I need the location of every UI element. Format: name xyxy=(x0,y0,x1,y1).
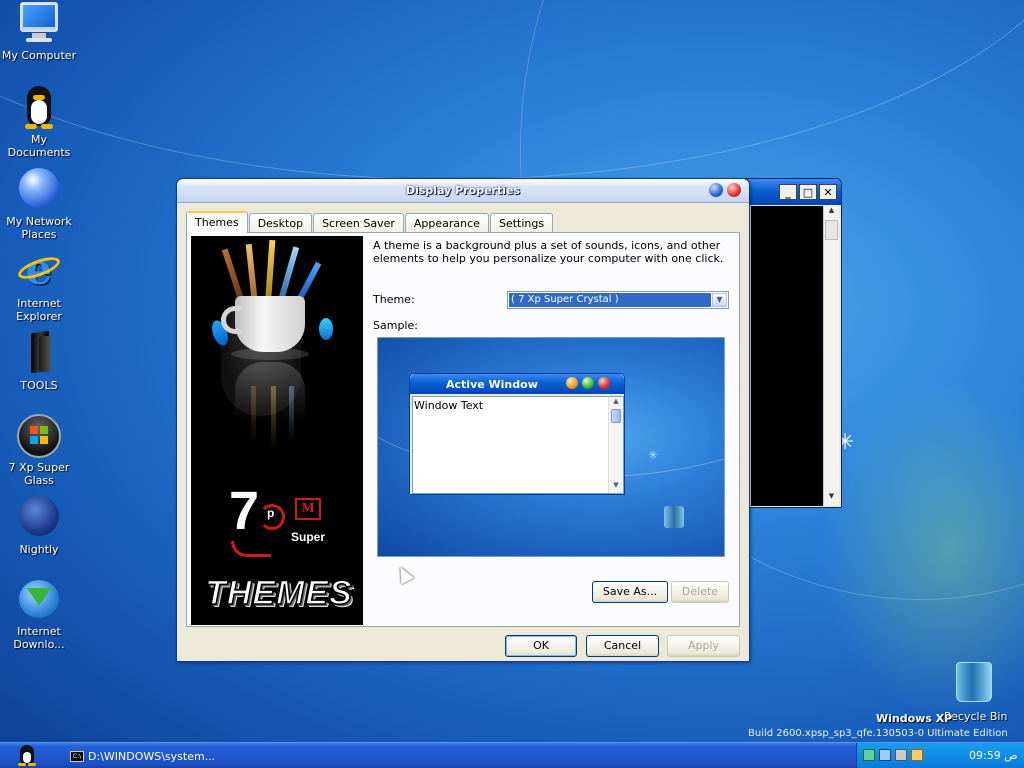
globe-icon xyxy=(17,168,61,212)
ie-icon: e xyxy=(15,249,63,294)
taskbar: C:\ D:\WINDOWS\system... EN 09:59 ص xyxy=(0,742,1024,768)
desktop-icon-label: My Computer xyxy=(1,49,77,62)
save-as-button[interactable]: Save As... xyxy=(592,581,668,603)
download-globe-icon xyxy=(17,578,61,622)
recycle-bin-icon[interactable] xyxy=(956,662,992,702)
theme-sample-preview: ✳ Active Window Window Text ▲ ▼ xyxy=(377,337,725,557)
tower-icon xyxy=(17,330,61,376)
network-icon[interactable] xyxy=(863,749,875,761)
theme-dropdown[interactable]: ( 7 Xp Super Crystal ) ▼ xyxy=(507,291,729,309)
display-icon[interactable] xyxy=(879,749,891,761)
logo-super: Super xyxy=(291,530,326,544)
desktop-icon-label: Nightly xyxy=(19,543,59,556)
sample-window-title-bar: Active Window xyxy=(410,374,624,394)
tab-screen-saver[interactable]: Screen Saver xyxy=(313,213,404,233)
chevron-down-icon[interactable]: ▼ xyxy=(712,293,727,307)
tab-desktop[interactable]: Desktop xyxy=(248,213,313,233)
start-button[interactable] xyxy=(16,745,38,767)
desktop-icon-tools[interactable]: TOOLS xyxy=(0,330,78,392)
tool-icon[interactable] xyxy=(911,749,923,761)
logo-themes: THEMES xyxy=(204,573,353,613)
theme-dropdown-value: ( 7 Xp Super Crystal ) xyxy=(509,293,711,307)
close-button[interactable]: ✕ xyxy=(819,184,837,200)
recycle-bin-label[interactable]: Recycle Bin xyxy=(944,710,1007,723)
sample-window-body: Window Text ▲ ▼ xyxy=(412,396,624,494)
sample-active-window: Active Window Window Text ▲ ▼ xyxy=(409,373,625,495)
clock[interactable]: 09:59 ص xyxy=(969,749,1018,762)
help-button[interactable] xyxy=(709,183,723,197)
desktop-icon-label: My Network Places xyxy=(6,215,72,241)
dialog-title-bar[interactable]: Display Properties xyxy=(177,179,749,203)
themes-panel: 7 p M Super THEMES A theme is a backgrou… xyxy=(186,232,740,627)
apply-button[interactable]: Apply xyxy=(667,635,740,657)
recycle-bin-icon xyxy=(664,506,684,528)
desktop-icon-internet-download-manager[interactable]: Internet Downlo... xyxy=(0,578,78,651)
sample-scrollbar: ▲ ▼ xyxy=(608,397,623,493)
penguin-icon xyxy=(17,86,61,130)
minimize-button[interactable]: _ xyxy=(779,184,797,200)
theme-label: Theme: xyxy=(373,293,415,306)
logo-p: p xyxy=(267,506,275,520)
tab-appearance[interactable]: Appearance xyxy=(404,213,489,233)
monitor-icon xyxy=(17,2,61,46)
close-button[interactable] xyxy=(727,183,741,197)
taskbar-task-console[interactable]: C:\ D:\WINDOWS\system... xyxy=(66,746,226,766)
console-scrollbar[interactable]: ▲ ▼ xyxy=(823,206,839,506)
desktop-icon-my-network-places[interactable]: My Network Places xyxy=(0,168,78,241)
taskbar-task-label: D:\WINDOWS\system... xyxy=(88,749,216,763)
logo-m-badge: M xyxy=(295,498,321,520)
display-properties-dialog: Display Properties Themes Desktop Screen… xyxy=(176,178,750,662)
desktop-icon-internet-explorer[interactable]: e Internet Explorer xyxy=(0,249,78,323)
desktop-icon-label: Internet Explorer xyxy=(16,297,62,323)
theme-description: A theme is a background plus a set of so… xyxy=(373,239,724,265)
sample-window-title: Active Window xyxy=(446,378,538,391)
tab-settings[interactable]: Settings xyxy=(489,213,554,233)
sample-label: Sample: xyxy=(373,319,418,332)
desktop-icon-nightly[interactable]: Nightly xyxy=(0,496,78,556)
desktop-icon-label: My Documents xyxy=(7,133,71,159)
desktop-icon-7xp-super-glass[interactable]: 7 Xp Super Glass xyxy=(0,414,78,487)
desktop-icon-my-computer[interactable]: My Computer xyxy=(0,2,78,62)
tab-strip: Themes Desktop Screen Saver Appearance S… xyxy=(186,211,554,233)
cancel-button[interactable]: Cancel xyxy=(586,635,659,657)
theme-artwork: 7 p M Super THEMES xyxy=(191,236,363,625)
windows-orb-icon xyxy=(17,414,61,458)
ok-button[interactable]: OK xyxy=(505,635,577,657)
console-icon: C:\ xyxy=(70,750,84,762)
console-output[interactable] xyxy=(751,206,823,506)
watermark-build: Build 2600.xpsp_sp3_qfe.130503-0 Ultimat… xyxy=(748,728,1008,739)
device-icon[interactable] xyxy=(895,749,907,761)
maximize-button[interactable]: □ xyxy=(799,184,817,200)
delete-button[interactable]: Delete xyxy=(671,581,729,603)
desktop-icon-label: TOOLS xyxy=(20,379,58,392)
system-tray: 09:59 ص xyxy=(856,743,1024,768)
tab-themes[interactable]: Themes xyxy=(186,211,248,233)
sample-window-text: Window Text xyxy=(414,399,484,412)
watermark-title: Windows XP xyxy=(876,712,953,725)
desktop-icon-my-documents[interactable]: My Documents xyxy=(0,86,78,159)
logo-number: 7 xyxy=(229,481,260,541)
desktop-icon-label: 7 Xp Super Glass xyxy=(8,461,70,487)
dialog-title: Display Properties xyxy=(405,184,521,197)
desktop-icon-label: Internet Downlo... xyxy=(13,625,65,651)
nightly-globe-icon xyxy=(17,496,61,540)
